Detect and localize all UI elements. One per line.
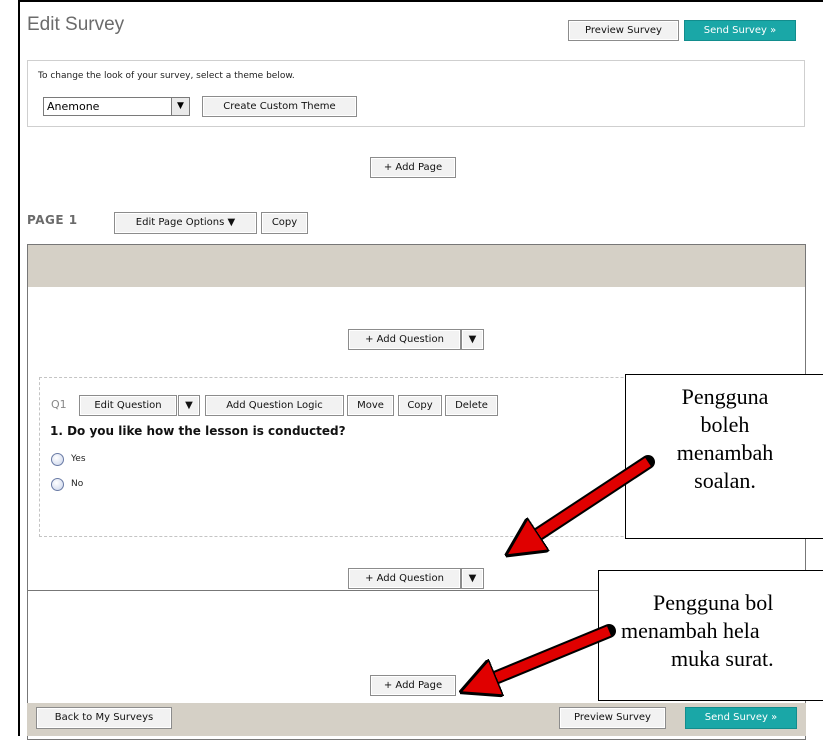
arrow-to-add-question xyxy=(522,455,655,545)
annotation-arrows xyxy=(0,455,655,736)
arrow-to-add-page xyxy=(478,624,616,685)
